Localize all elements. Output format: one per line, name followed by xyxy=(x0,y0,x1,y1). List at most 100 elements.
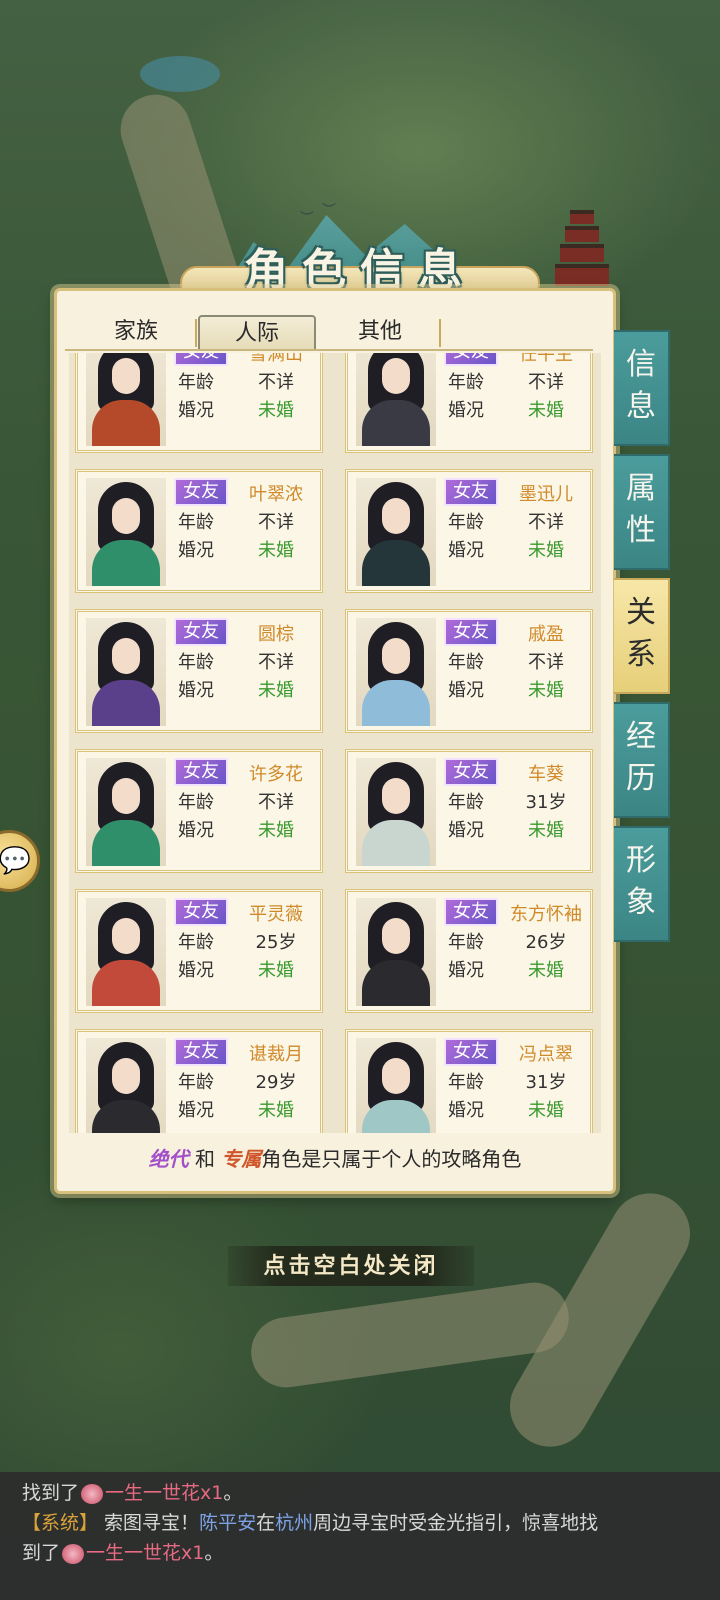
marital-value: 未婚 xyxy=(528,1100,564,1121)
marital-label: 婚况 xyxy=(448,820,484,841)
character-name: 东方怀袖 xyxy=(510,904,582,925)
marital-value: 未婚 xyxy=(528,680,564,701)
close-hint[interactable]: 点击空白处关闭 xyxy=(228,1246,474,1286)
character-info-panel: 家族 人际 其他 女友雪满山年龄不详婚况未婚女友任平生年龄不详婚况未婚女友叶翠浓… xyxy=(54,288,616,1194)
relation-tag: 女友 xyxy=(444,1038,498,1066)
character-name: 冯点翠 xyxy=(519,1044,573,1065)
bird-icon: ︶ xyxy=(322,203,336,219)
marital-value: 未婚 xyxy=(258,540,294,561)
marital-label: 婚况 xyxy=(178,820,214,841)
chat-log[interactable]: 找到了 一生一世花x1。 【系统】 索图寻宝！陈平安在杭州周边寻宝时受金光指引，惊… xyxy=(0,1472,720,1600)
marital-value: 未婚 xyxy=(258,400,294,421)
age-label: 年龄 xyxy=(178,932,214,953)
tab-family[interactable]: 家族 xyxy=(77,315,195,349)
relation-tag: 女友 xyxy=(174,478,228,506)
relation-tag: 女友 xyxy=(174,898,228,926)
tab-relations[interactable]: 人际 xyxy=(198,315,316,349)
marital-value: 未婚 xyxy=(258,960,294,981)
marital-label: 婚况 xyxy=(178,680,214,701)
relation-card[interactable]: 女友 任平生年龄 不详婚况 未婚 xyxy=(345,353,593,453)
relation-card[interactable]: 女友 许多花 年龄 不详 婚况 未婚 xyxy=(75,749,323,873)
character-portrait xyxy=(356,1038,436,1133)
relation-card[interactable]: 女友 谌裁月 年龄 29岁 婚况 未婚 xyxy=(75,1029,323,1133)
tab-divider xyxy=(195,319,197,347)
relation-card[interactable]: 女友 平灵薇 年龄 25岁 婚况 未婚 xyxy=(75,889,323,1013)
relations-list[interactable]: 女友雪满山年龄不详婚况未婚女友任平生年龄不详婚况未婚女友叶翠浓年龄不详婚况未婚女… xyxy=(69,353,601,1133)
character-name: 平灵薇 xyxy=(249,904,303,925)
relation-card[interactable]: 女友 叶翠浓 年龄 不详 婚况 未婚 xyxy=(75,469,323,593)
relation-tag: 女友 xyxy=(444,478,498,506)
chat-line: 找到了 一生一世花x1。 xyxy=(22,1482,243,1504)
pagoda-landmark xyxy=(552,206,612,296)
age-value: 不详 xyxy=(258,512,294,533)
relation-tag: 女友 xyxy=(174,758,228,786)
age-label: 年龄 xyxy=(178,792,214,813)
character-name: 戚盈 xyxy=(528,624,564,645)
character-portrait xyxy=(86,353,166,446)
age-label: 年龄 xyxy=(178,1072,214,1093)
age-value: 29岁 xyxy=(255,1072,297,1093)
system-tag: 【系统】 xyxy=(22,1512,99,1534)
side-tab-history[interactable]: 经历 xyxy=(614,702,670,818)
age-label: 年龄 xyxy=(178,512,214,533)
tab-other[interactable]: 其他 xyxy=(321,315,439,349)
marital-label: 婚况 xyxy=(448,540,484,561)
character-portrait xyxy=(356,898,436,1006)
marital-label: 婚况 xyxy=(448,960,484,981)
age-label: 年龄 xyxy=(448,512,484,533)
marital-value: 未婚 xyxy=(528,540,564,561)
marital-value: 未婚 xyxy=(258,680,294,701)
age-value: 不详 xyxy=(258,652,294,673)
marital-value: 未婚 xyxy=(528,820,564,841)
chat-line: 到了 一生一世花x1。 xyxy=(22,1542,224,1564)
character-name: 圆棕 xyxy=(258,624,294,645)
character-name: 任平生 xyxy=(519,353,573,365)
age-value: 26岁 xyxy=(525,932,567,953)
character-portrait xyxy=(86,1038,166,1133)
relation-card[interactable]: 女友 戚盈 年龄 不详 婚况 未婚 xyxy=(345,609,593,733)
chat-line: 【系统】 索图寻宝！陈平安在杭州周边寻宝时受金光指引，惊喜地找 xyxy=(22,1512,599,1534)
marital-value: 未婚 xyxy=(258,820,294,841)
flower-item-icon xyxy=(62,1543,85,1564)
age-label: 年龄 xyxy=(448,932,484,953)
side-tab-attributes[interactable]: 属性 xyxy=(614,454,670,570)
relation-card[interactable]: 女友 墨迅儿 年龄 不详 婚况 未婚 xyxy=(345,469,593,593)
tab-bar: 家族 人际 其他 xyxy=(77,315,497,351)
age-value: 不详 xyxy=(528,372,564,393)
footnote-tier-exclusive: 专属 xyxy=(221,1147,262,1171)
marital-label: 婚况 xyxy=(178,400,214,421)
relation-card[interactable]: 女友 冯点翠 年龄 31岁 婚况 未婚 xyxy=(345,1029,593,1133)
marital-label: 婚况 xyxy=(448,1100,484,1121)
character-portrait xyxy=(356,353,436,446)
relation-tag: 女友 xyxy=(174,1038,228,1066)
relation-tag: 女友 xyxy=(444,758,498,786)
relation-card[interactable]: 女友 雪满山年龄 不详婚况 未婚 xyxy=(75,353,323,453)
chat-place-link[interactable]: 杭州 xyxy=(275,1512,313,1534)
footnote-tier-peerless: 绝代 xyxy=(148,1147,189,1171)
side-tab-relations[interactable]: 关系 xyxy=(614,578,670,694)
relation-tag: 女友 xyxy=(174,353,228,366)
side-tab-info[interactable]: 信息 xyxy=(614,330,670,446)
chat-item-link[interactable]: 一生一世花x1 xyxy=(86,1542,204,1564)
character-name: 雪满山 xyxy=(249,353,303,365)
age-label: 年龄 xyxy=(178,652,214,673)
character-portrait xyxy=(86,618,166,726)
chat-player-link[interactable]: 陈平安 xyxy=(199,1512,256,1534)
age-label: 年龄 xyxy=(178,372,214,393)
chat-item-link[interactable]: 一生一世花x1 xyxy=(105,1482,223,1504)
relation-card[interactable]: 女友 圆棕年龄 不详婚况 未婚 xyxy=(75,609,323,733)
relation-tag: 女友 xyxy=(444,353,498,366)
age-value: 31岁 xyxy=(525,1072,567,1093)
relation-tag: 女友 xyxy=(174,618,228,646)
marital-label: 婚况 xyxy=(178,960,214,981)
relation-tag: 女友 xyxy=(444,898,498,926)
side-tab-appearance[interactable]: 形象 xyxy=(614,826,670,942)
marital-label: 婚况 xyxy=(448,400,484,421)
character-portrait xyxy=(356,618,436,726)
relation-card[interactable]: 女友 车葵 年龄 31岁 婚况 未婚 xyxy=(345,749,593,873)
character-portrait xyxy=(86,478,166,586)
age-label: 年龄 xyxy=(448,372,484,393)
character-name: 墨迅儿 xyxy=(519,484,573,505)
relation-card[interactable]: 女友 东方怀袖 年龄 26岁 婚况 未婚 xyxy=(345,889,593,1013)
character-portrait xyxy=(86,898,166,1006)
